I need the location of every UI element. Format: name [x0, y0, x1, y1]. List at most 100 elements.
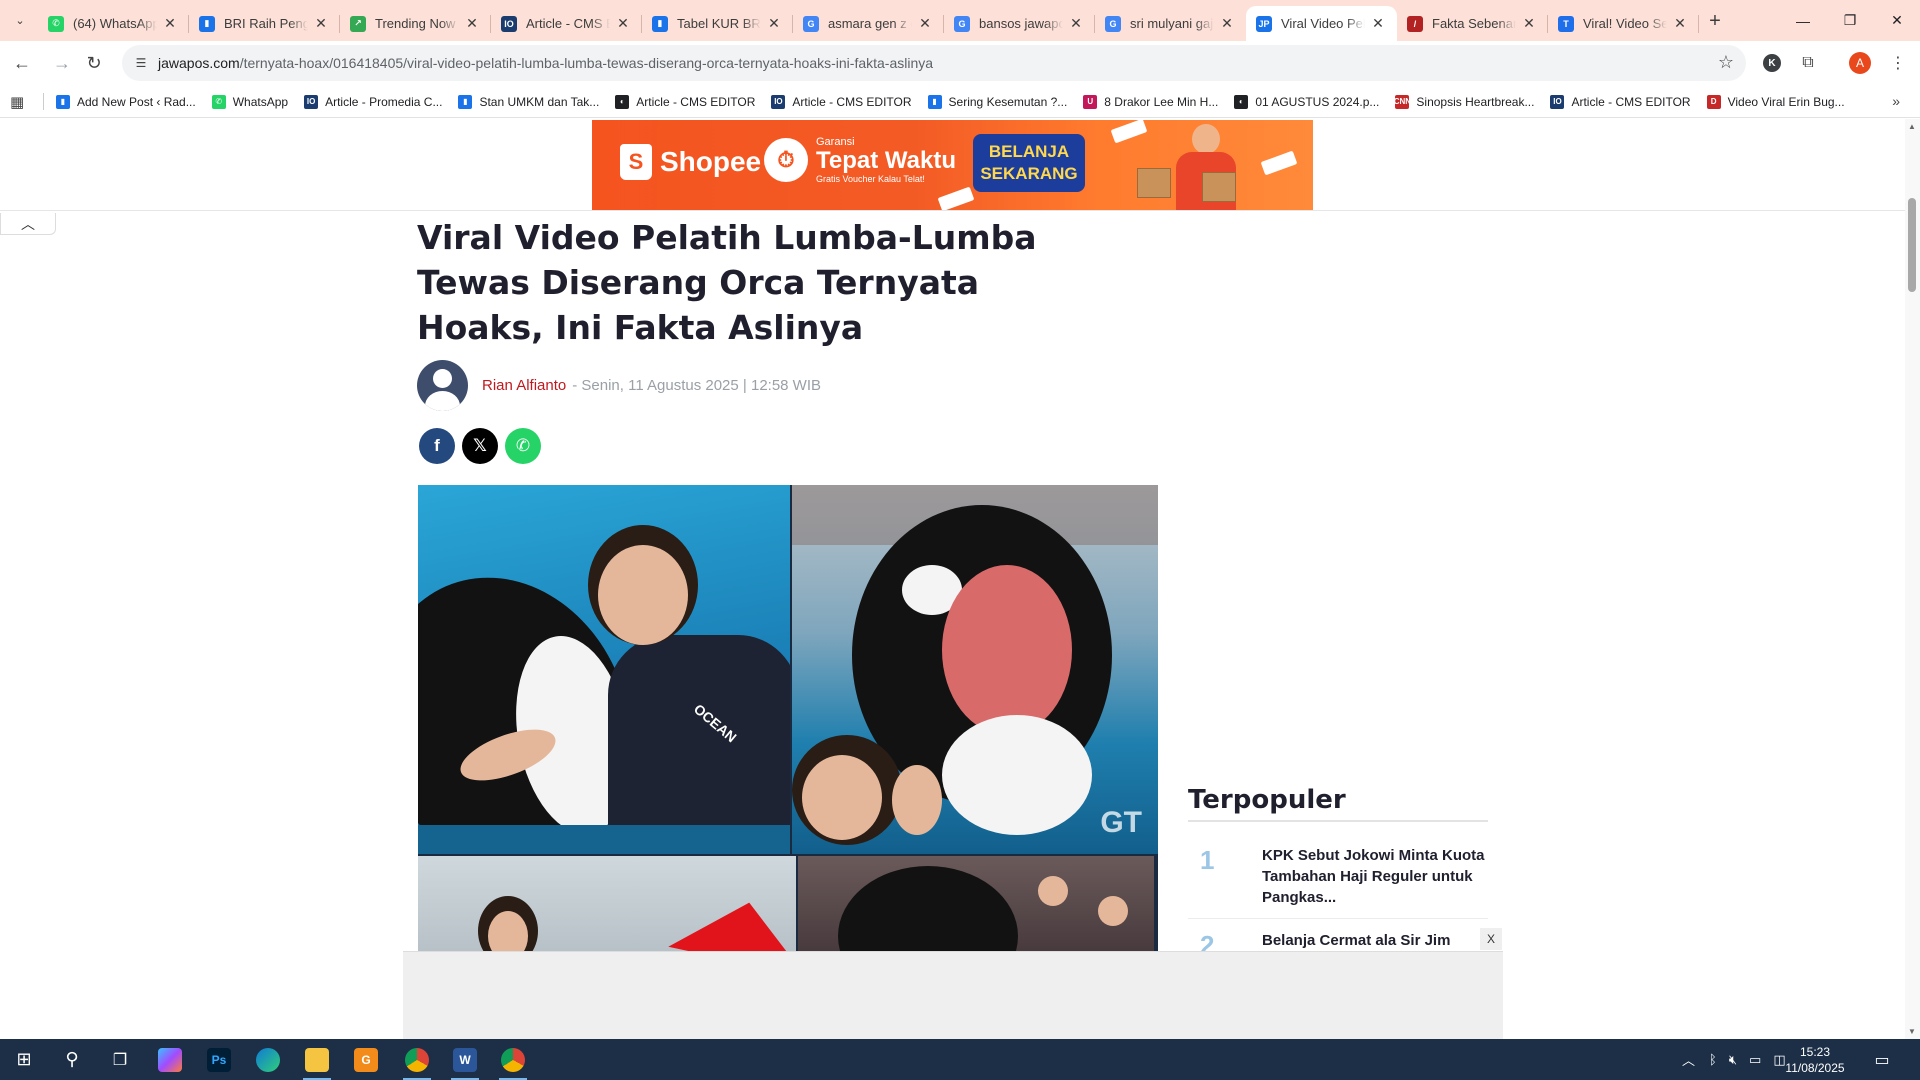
bookmark-item[interactable]: U 8 Drakor Lee Min H...: [1083, 94, 1218, 109]
bottom-sticky-ad[interactable]: [403, 951, 1503, 1039]
more-bookmarks-icon[interactable]: »: [1892, 93, 1900, 109]
copilot-app[interactable]: [146, 1039, 194, 1080]
whatsapp-share-button[interactable]: ✆: [505, 428, 541, 464]
share-buttons: f 𝕏 ✆: [419, 428, 548, 464]
author-name-link[interactable]: Rian Alfianto: [482, 377, 566, 394]
url-text[interactable]: jawapos.com/ternyata-hoax/016418405/vira…: [158, 55, 933, 71]
profile-button[interactable]: A: [1848, 51, 1872, 75]
tab-title: bansos jawapo: [979, 16, 1063, 31]
new-tab-button[interactable]: +: [1703, 9, 1727, 33]
windows-logo-icon: ⊞: [16, 1049, 32, 1069]
bookmark-star-icon[interactable]: ☆: [1718, 52, 1734, 73]
forward-button[interactable]: →: [48, 49, 76, 77]
browser-tab[interactable]: ▮ BRI Raih Pengh ✕: [189, 6, 340, 41]
x-share-button[interactable]: 𝕏: [462, 428, 498, 464]
close-tab-icon[interactable]: ✕: [463, 15, 481, 33]
close-tab-icon[interactable]: ✕: [1369, 15, 1387, 33]
author-avatar[interactable]: [417, 359, 468, 411]
taskbar-clock[interactable]: 15:23 11/08/2025: [1780, 1044, 1850, 1076]
bookmark-item[interactable]: ▮ Stan UMKM dan Tak...: [458, 94, 599, 109]
bookmark-item[interactable]: IO Article - Promedia C...: [304, 94, 442, 109]
bookmark-item[interactable]: ▮ Sering Kesemutan ?...: [927, 94, 1067, 109]
bookmark-item[interactable]: ◐ Article - CMS EDITOR: [615, 94, 755, 109]
browser-tab[interactable]: IO Article - CMS E ✕: [491, 6, 642, 41]
scroll-up-arrow-icon[interactable]: ▲: [1908, 122, 1916, 131]
popular-divider: [1188, 918, 1488, 919]
tab-title: (64) WhatsApp: [73, 16, 157, 31]
tool-app[interactable]: G: [342, 1039, 390, 1080]
profile-avatar: A: [1849, 52, 1871, 74]
extensions-icon[interactable]: ⧉: [1796, 51, 1820, 75]
close-tab-icon[interactable]: ✕: [161, 15, 179, 33]
tab-search-button[interactable]: ⌄: [8, 8, 32, 32]
close-tab-icon[interactable]: ✕: [312, 15, 330, 33]
bookmark-favicon-icon: IO: [1550, 94, 1565, 109]
profile-k-button[interactable]: K: [1760, 51, 1784, 75]
garansi-badge: ⏱ Garansi Tepat Waktu Gratis Voucher Kal…: [764, 136, 956, 184]
facebook-share-button[interactable]: f: [419, 428, 455, 464]
browser-tab[interactable]: Gsri mulyani gaj ✕: [1095, 6, 1246, 41]
web-page: S Shopee ⏱ Garansi Tepat Waktu Gratis Vo…: [0, 119, 1920, 1039]
close-tab-icon[interactable]: ✕: [614, 15, 632, 33]
menu-kebab-icon[interactable]: ⋮: [1886, 51, 1910, 75]
close-tab-icon[interactable]: ✕: [1520, 15, 1538, 33]
ad-close-button[interactable]: X: [1480, 928, 1502, 950]
reload-button[interactable]: ↻: [80, 49, 108, 77]
browser-tab[interactable]: Gasmara gen z e ✕: [793, 6, 944, 41]
close-window-button[interactable]: ✕: [1874, 0, 1920, 41]
bookmark-item[interactable]: IO Article - CMS EDITOR: [1550, 94, 1691, 109]
bookmark-item[interactable]: ▮ Add New Post ‹ Rad...: [56, 94, 196, 109]
clock-time: 15:23: [1799, 1045, 1831, 1059]
address-bar[interactable]: ☰ jawapos.com/ternyata-hoax/016418405/vi…: [122, 45, 1746, 81]
belanja-sekarang-button[interactable]: BELANJA SEKARANG: [973, 134, 1085, 192]
close-tab-icon[interactable]: ✕: [1671, 15, 1689, 33]
shopee-banner-ad[interactable]: S Shopee ⏱ Garansi Tepat Waktu Gratis Vo…: [592, 120, 1313, 210]
display-icon[interactable]: ▭: [1749, 1052, 1761, 1068]
browser-tab[interactable]: / Fakta Sebenarn ✕: [1397, 6, 1548, 41]
browser-tab[interactable]: JP Viral Video Pel ✕: [1246, 6, 1397, 41]
bookmark-item[interactable]: ✆ WhatsApp: [211, 94, 288, 109]
collapse-header-button[interactable]: ︿: [0, 213, 56, 235]
chrome-profile-app[interactable]: [489, 1039, 537, 1080]
volume-muted-icon[interactable]: 🔇︎: [1729, 1052, 1737, 1068]
bookmark-item[interactable]: CNN Sinopsis Heartbreak...: [1394, 94, 1534, 109]
photoshop-app[interactable]: Ps: [195, 1039, 243, 1080]
browser-tab[interactable]: Gbansos jawapo ✕: [944, 6, 1095, 41]
minimize-button[interactable]: —: [1780, 0, 1826, 41]
task-view-button[interactable]: ❐: [96, 1039, 144, 1080]
scroll-down-arrow-icon[interactable]: ▼: [1908, 1027, 1916, 1036]
word-app[interactable]: W: [441, 1039, 489, 1080]
start-button[interactable]: ⊞: [0, 1039, 48, 1080]
bookmark-item[interactable]: IO Article - CMS EDITOR: [771, 94, 912, 109]
popular-item[interactable]: 1 KPK Sebut Jokowi Minta Kuota Tambahan …: [1188, 845, 1488, 908]
chrome-app[interactable]: [393, 1039, 441, 1080]
edge-app[interactable]: [244, 1039, 292, 1080]
close-tab-icon[interactable]: ✕: [1218, 15, 1236, 33]
bookmark-item[interactable]: ◐ 01 AGUSTUS 2024.p...: [1234, 94, 1379, 109]
site-info-icon[interactable]: ☰: [132, 54, 150, 72]
apps-grid-icon[interactable]: ▦: [10, 93, 24, 111]
restore-button[interactable]: ❐: [1827, 0, 1873, 41]
popular-title-link[interactable]: KPK Sebut Jokowi Minta Kuota Tambahan Ha…: [1262, 845, 1488, 908]
tab-title: BRI Raih Pengh: [224, 16, 308, 31]
page-scrollbar[interactable]: ▲ ▼: [1905, 119, 1920, 1039]
bluetooth-icon[interactable]: ᛒ: [1709, 1052, 1717, 1067]
close-tab-icon[interactable]: ✕: [916, 15, 934, 33]
back-button[interactable]: ←: [8, 49, 36, 77]
bookmark-favicon-icon: ✆: [211, 94, 226, 109]
scrollbar-thumb[interactable]: [1908, 198, 1916, 292]
show-hidden-icons-icon[interactable]: ︿: [1682, 1050, 1695, 1069]
browser-tab[interactable]: ▮ Tabel KUR BRI ✕: [642, 6, 793, 41]
bookmark-item[interactable]: D Video Viral Erin Bug...: [1706, 94, 1845, 109]
browser-tab[interactable]: ✆ (64) WhatsApp ✕: [38, 6, 189, 41]
file-explorer-app[interactable]: [293, 1039, 341, 1080]
notification-center-icon[interactable]: ▭: [1870, 1048, 1894, 1072]
search-button[interactable]: ⚲: [48, 1039, 96, 1080]
bookmark-favicon-icon: ▮: [927, 94, 942, 109]
bookmarks-bar: ▦ ▮ Add New Post ‹ Rad... ✆ WhatsApp IO Artic…: [0, 85, 1920, 118]
browser-tab[interactable]: T Viral! Video Se ✕: [1548, 6, 1699, 41]
browser-tab[interactable]: ↗ Trending Now ✕: [340, 6, 491, 41]
chrome-icon: [501, 1047, 525, 1072]
close-tab-icon[interactable]: ✕: [765, 15, 783, 33]
close-tab-icon[interactable]: ✕: [1067, 15, 1085, 33]
